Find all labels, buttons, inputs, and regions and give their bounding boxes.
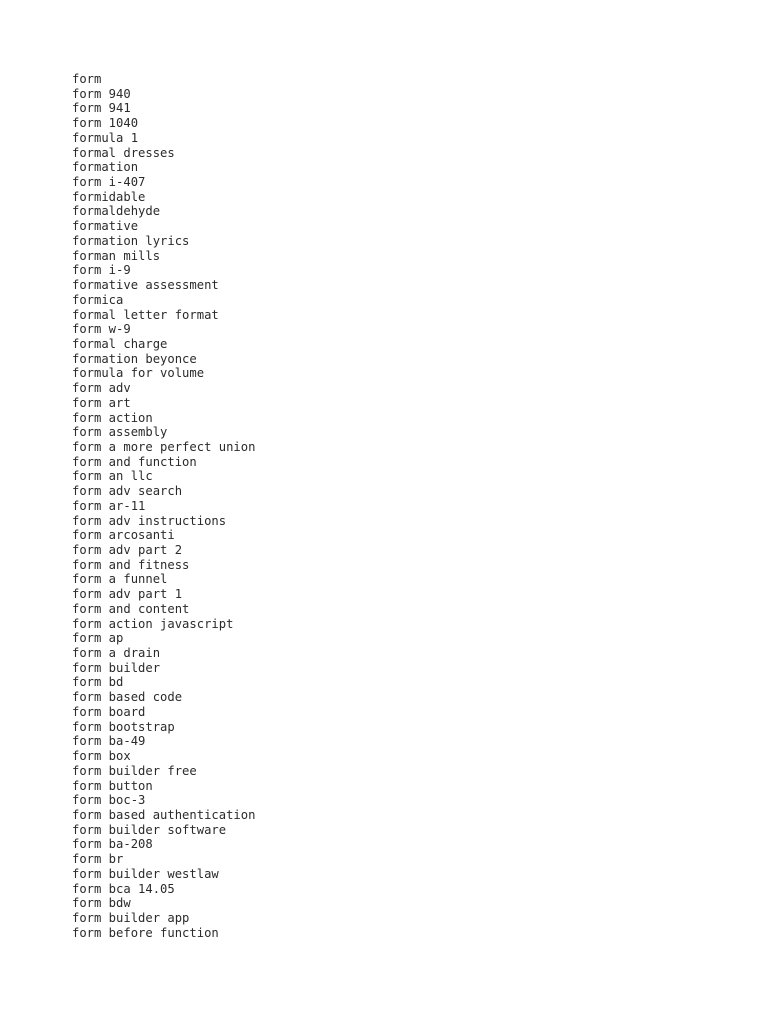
list-item: form a drain <box>72 646 161 661</box>
list-item: form and fitness <box>72 557 190 572</box>
list-item: form bd <box>72 675 124 690</box>
list-item: form and content <box>72 601 190 616</box>
list-item: form adv <box>72 381 131 396</box>
suggestion-list: form form 940 form 941 form 1040 formula 1 fo… <box>72 72 692 940</box>
list-item: form <box>72 72 102 86</box>
list-item: form i-9 <box>72 263 131 278</box>
list-item: form based code <box>72 690 183 705</box>
list-item: form bca 14.05 <box>72 881 175 896</box>
list-item: form ap <box>72 631 124 646</box>
list-item: form button <box>72 778 153 793</box>
list-item: form art <box>72 395 131 410</box>
list-item: form ar-11 <box>72 498 146 513</box>
list-item: form builder <box>72 660 161 675</box>
list-item: form 940 <box>72 86 131 101</box>
list-item: form and function <box>72 454 197 469</box>
list-item: form an llc <box>72 469 153 484</box>
list-item: form bootstrap <box>72 719 175 734</box>
list-item: form ba-49 <box>72 734 146 749</box>
list-item: form box <box>72 749 131 764</box>
list-item: form boc-3 <box>72 793 146 808</box>
list-item: formica <box>72 292 124 307</box>
list-item: form assembly <box>72 425 168 440</box>
list-item: formidable <box>72 189 146 204</box>
list-item: formaldehyde <box>72 204 161 219</box>
list-item: form bdw <box>72 896 131 911</box>
list-item: form action javascript <box>72 616 234 631</box>
list-item: form 1040 <box>72 116 139 131</box>
list-item: form a more perfect union <box>72 439 256 454</box>
list-item: form adv search <box>72 484 183 499</box>
list-item: form ba-208 <box>72 837 153 852</box>
list-item: formative <box>72 219 139 234</box>
list-item: form adv instructions <box>72 513 227 528</box>
list-item: form 941 <box>72 101 131 116</box>
list-item: form builder free <box>72 763 197 778</box>
list-item: form builder app <box>72 910 190 925</box>
list-item: formal letter format <box>72 307 219 322</box>
list-item: formation <box>72 160 139 175</box>
list-item: form action <box>72 410 153 425</box>
list-item: formative assessment <box>72 278 219 293</box>
list-item: form builder software <box>72 822 227 837</box>
list-item: form adv part 1 <box>72 587 183 602</box>
list-item: forman mills <box>72 248 161 263</box>
list-item: form builder westlaw <box>72 866 219 881</box>
list-item: form board <box>72 704 146 719</box>
list-item: formula for volume <box>72 366 205 381</box>
list-item: formal charge <box>72 336 168 351</box>
list-item: form arcosanti <box>72 528 175 543</box>
list-item: formation beyonce <box>72 351 197 366</box>
list-item: formation lyrics <box>72 233 190 248</box>
list-item: form based authentication <box>72 807 256 822</box>
document-page: form form 940 form 941 form 1040 formula 1 fo… <box>0 0 768 1024</box>
list-item: form i-407 <box>72 175 146 190</box>
list-item: form w-9 <box>72 322 131 337</box>
list-item: form before function <box>72 925 219 940</box>
list-item: form adv part 2 <box>72 543 183 557</box>
list-item: formal dresses <box>72 145 175 160</box>
list-item: form br <box>72 852 124 867</box>
list-item: form a funnel <box>72 572 168 587</box>
list-item: formula 1 <box>72 130 139 145</box>
